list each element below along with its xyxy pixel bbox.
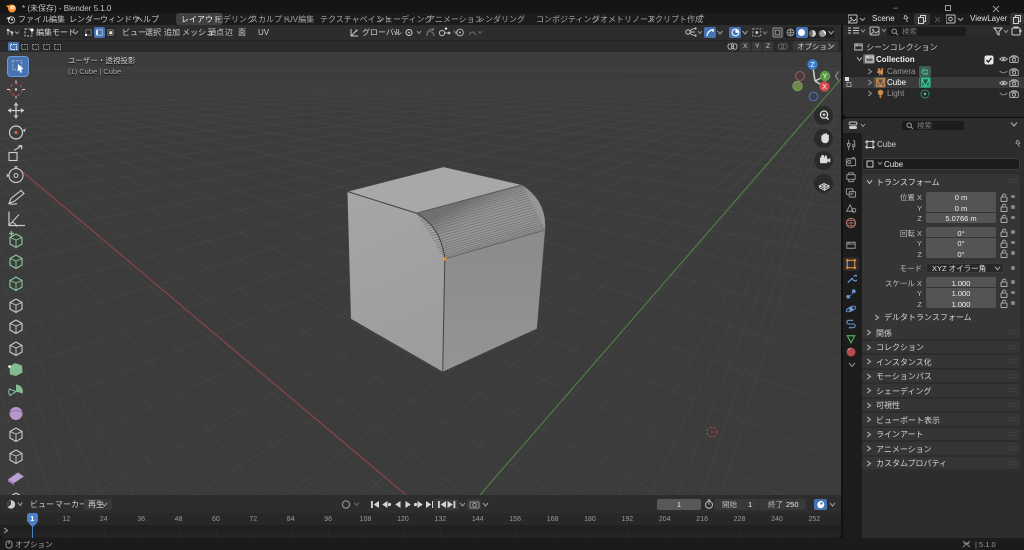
svg-text:Z: Z [810,62,815,69]
svg-text:Y: Y [823,74,828,81]
svg-text:X: X [822,84,827,91]
